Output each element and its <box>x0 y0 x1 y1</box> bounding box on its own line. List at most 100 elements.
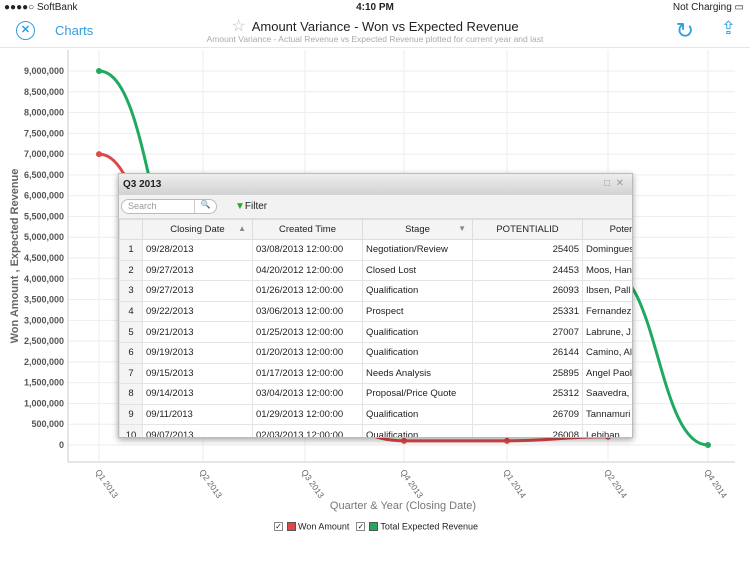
table-cell: 09/07/2013 <box>142 424 253 437</box>
table-cell: 5 <box>119 321 143 343</box>
close-icon[interactable]: ✕ <box>616 178 624 189</box>
data-point[interactable] <box>705 442 711 448</box>
table-cell: 6 <box>119 341 143 364</box>
table-cell: Qualification <box>362 280 473 302</box>
data-point[interactable] <box>401 437 407 444</box>
table-cell: 09/19/2013 <box>142 341 253 364</box>
table-cell: Labrune, J. <box>582 321 632 343</box>
table-cell: Saavedra, <box>582 383 632 405</box>
table-row[interactable]: 7 09/15/2013 01/17/2013 12:00:00 Needs Anal… <box>119 362 632 385</box>
column-header[interactable]: POTENTIALID <box>472 219 583 240</box>
table-cell: Fernandez, <box>582 300 632 323</box>
y-tick-label: 1,500,000 <box>24 378 64 388</box>
table-cell: 9 <box>119 403 143 426</box>
table-cell: Closed Lost <box>362 259 473 282</box>
table-cell: 09/11/2013 <box>142 403 253 426</box>
search-input[interactable]: Search 🔍 <box>121 199 217 214</box>
data-point[interactable] <box>504 437 510 444</box>
table-cell: 2 <box>119 259 143 282</box>
y-axis-title: Won Amount , Expected Revenue <box>9 169 21 344</box>
x-tick-label: Q1 2013 <box>93 467 120 500</box>
table-cell: 26144 <box>472 341 583 364</box>
column-header[interactable]: Poter <box>582 219 632 240</box>
y-tick-label: 0 <box>59 440 64 450</box>
search-icon[interactable]: 🔍 <box>194 200 216 213</box>
legend-expected-revenue[interactable]: Total Expected Revenue <box>380 522 478 532</box>
column-header[interactable]: Closing Date ▲ <box>142 219 253 240</box>
table-cell: Ibsen, Pall <box>582 280 632 302</box>
table-cell: 01/25/2013 12:00:00 <box>252 321 363 343</box>
x-tick-label: Q2 2014 <box>602 467 629 500</box>
x-tick-label: Q4 2014 <box>702 467 729 500</box>
table-cell: 01/26/2013 12:00:00 <box>252 280 363 302</box>
table-cell: Tannamuri <box>582 403 632 426</box>
table-cell: 24453 <box>472 259 583 282</box>
table-cell: Proposal/Price Quote <box>362 383 473 405</box>
filter-button[interactable]: ▼Filter <box>235 201 267 212</box>
table-cell: Qualification <box>362 403 473 426</box>
table-cell: 09/27/2013 <box>142 259 253 282</box>
table-row[interactable]: 3 09/27/2013 01/26/2013 12:00:00 Qualificat… <box>119 280 632 302</box>
sort-asc-icon[interactable]: ▲ <box>238 224 246 233</box>
table-cell: Angel Paol <box>582 362 632 385</box>
x-tick-label: Q4 2013 <box>398 467 425 500</box>
table-cell: 02/03/2013 12:00:00 <box>252 424 363 437</box>
table-cell: Qualification <box>362 424 473 437</box>
table-cell: 10 <box>119 424 143 437</box>
y-tick-label: 1,000,000 <box>24 398 64 408</box>
table-cell: 09/28/2013 <box>142 239 253 261</box>
table-row[interactable]: 2 09/27/2013 04/20/2012 12:00:00 Closed Los… <box>119 259 632 282</box>
table-row[interactable]: 5 09/21/2013 01/25/2013 12:00:00 Qualificat… <box>119 321 632 343</box>
table-row[interactable]: 1 09/28/2013 03/08/2013 12:00:00 Negotiatio… <box>119 239 632 261</box>
y-tick-label: 6,500,000 <box>24 170 64 180</box>
table-cell: 25312 <box>472 383 583 405</box>
search-placeholder: Search <box>128 201 157 211</box>
data-grid: Closing Date ▲ Created Time Stage ▼ POTENTI… <box>119 219 632 437</box>
filter-icon: ▼ <box>235 201 245 212</box>
y-tick-label: 3,000,000 <box>24 315 64 325</box>
legend-won-amount[interactable]: Won Amount <box>298 522 349 532</box>
table-row[interactable]: 6 09/19/2013 01/20/2013 12:00:00 Qualificat… <box>119 341 632 364</box>
table-row[interactable]: 9 09/11/2013 01/29/2013 12:00:00 Qualificat… <box>119 403 632 426</box>
table-cell: 25895 <box>472 362 583 385</box>
table-cell: Needs Analysis <box>362 362 473 385</box>
popup-header: Q3 2013 □ ✕ <box>119 174 632 195</box>
table-cell: 03/04/2013 12:00:00 <box>252 383 363 405</box>
y-tick-label: 4,500,000 <box>24 253 64 263</box>
table-row[interactable]: 10 09/07/2013 02/03/2013 12:00:00 Qualifica… <box>119 424 632 437</box>
chart-legend: ✓ Won Amount ✓ Total Expected Revenue <box>0 521 750 532</box>
expected-revenue-checkbox[interactable]: ✓ <box>356 522 366 532</box>
table-cell: 09/22/2013 <box>142 300 253 323</box>
column-header[interactable]: Stage ▼ <box>362 219 473 240</box>
table-cell: Camino, Al <box>582 341 632 364</box>
table-row[interactable]: 4 09/22/2013 03/06/2013 12:00:00 Prospect 25… <box>119 300 632 323</box>
table-cell: 03/08/2013 12:00:00 <box>252 239 363 261</box>
maximize-icon[interactable]: □ <box>604 178 610 189</box>
table-cell: 3 <box>119 280 143 302</box>
y-tick-label: 8,000,000 <box>24 108 64 118</box>
column-menu-icon[interactable]: ▼ <box>458 224 466 233</box>
data-point[interactable] <box>96 68 102 74</box>
table-cell: 8 <box>119 383 143 405</box>
table-cell: Qualification <box>362 321 473 343</box>
table-cell: 01/17/2013 12:00:00 <box>252 362 363 385</box>
y-tick-label: 6,000,000 <box>24 191 64 201</box>
column-header[interactable]: Created Time <box>252 219 363 240</box>
table-cell: 25405 <box>472 239 583 261</box>
table-row[interactable]: 8 09/14/2013 03/04/2013 12:00:00 Proposal/P… <box>119 383 632 405</box>
y-tick-label: 7,500,000 <box>24 128 64 138</box>
data-point[interactable] <box>96 151 102 158</box>
x-tick-label: Q1 2014 <box>501 467 528 500</box>
table-cell: 1 <box>119 239 143 261</box>
y-tick-label: 2,000,000 <box>24 357 64 367</box>
table-cell: Lebihan, <box>582 424 632 437</box>
table-cell: Prospect <box>362 300 473 323</box>
table-cell: 26709 <box>472 403 583 426</box>
table-cell: 4 <box>119 300 143 323</box>
table-cell: 27007 <box>472 321 583 343</box>
table-cell: 25331 <box>472 300 583 323</box>
column-header[interactable] <box>119 219 143 240</box>
table-cell: 09/15/2013 <box>142 362 253 385</box>
y-tick-label: 500,000 <box>31 419 64 429</box>
won-amount-checkbox[interactable]: ✓ <box>274 522 284 532</box>
